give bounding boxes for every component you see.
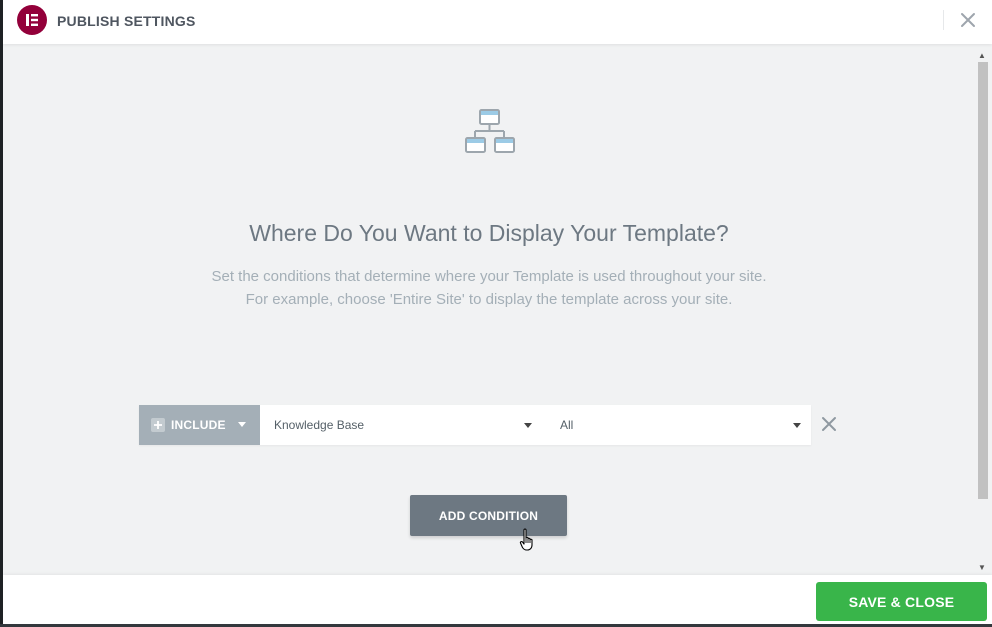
condition-sub-value: All (560, 418, 574, 432)
add-condition-button[interactable]: ADD CONDITION (410, 495, 567, 536)
description-line-1: Set the conditions that determine where … (211, 268, 767, 285)
condition-row: INCLUDE Knowledge Base All (139, 405, 811, 445)
save-and-close-button[interactable]: SAVE & CLOSE (816, 582, 987, 621)
hand-pointer-cursor-icon (519, 528, 537, 552)
modal-title: PUBLISH SETTINGS (57, 13, 196, 29)
chevron-down-icon (524, 423, 532, 428)
conditions-description: Set the conditions that determine where … (3, 265, 975, 311)
scrollbar[interactable]: ▲ ▼ (975, 50, 989, 572)
header-divider (943, 10, 944, 30)
chevron-down-icon (238, 422, 246, 427)
modal-footer: SAVE & CLOSE (3, 575, 992, 624)
scroll-down-arrow-icon[interactable]: ▼ (975, 562, 989, 572)
condition-type-label: INCLUDE (171, 418, 226, 432)
sitemap-icon (465, 108, 515, 156)
condition-main-value: Knowledge Base (274, 418, 365, 432)
plus-icon (151, 418, 165, 432)
chevron-down-icon (793, 423, 801, 428)
close-icon (822, 417, 836, 431)
modal-header: PUBLISH SETTINGS (3, 0, 992, 44)
conditions-heading: Where Do You Want to Display Your Templa… (249, 220, 729, 246)
scroll-up-arrow-icon[interactable]: ▲ (975, 50, 989, 60)
publish-settings-modal: PUBLISH SETTINGS ▲ ▼ Where Do You Want t… (3, 0, 992, 624)
condition-sub-select[interactable]: All (546, 405, 811, 445)
close-button[interactable] (958, 10, 978, 30)
condition-type-select[interactable]: INCLUDE (139, 405, 260, 445)
description-line-2: For example, choose 'Entire Site' to dis… (245, 291, 733, 308)
elementor-logo-icon (17, 5, 47, 35)
scroll-thumb[interactable] (978, 62, 988, 499)
close-icon (961, 13, 975, 27)
remove-condition-button[interactable] (820, 415, 838, 433)
condition-main-select[interactable]: Knowledge Base (260, 405, 546, 445)
